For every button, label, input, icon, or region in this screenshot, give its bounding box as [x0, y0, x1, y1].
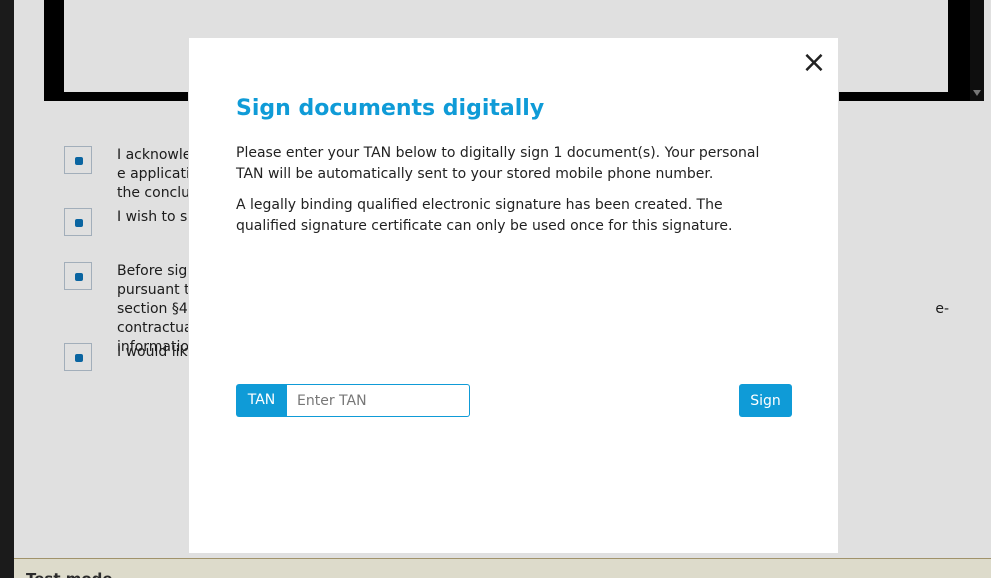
tan-label: TAN	[236, 384, 287, 417]
dialog-instructions: Please enter your TAN below to digitally…	[236, 145, 760, 182]
dialog-signature-note: A legally binding qualified electronic s…	[236, 197, 733, 234]
close-icon[interactable]: ×	[801, 48, 827, 78]
sign-button[interactable]: Sign	[739, 384, 792, 417]
dialog-title: Sign documents digitally	[236, 96, 545, 121]
tan-input[interactable]	[287, 384, 470, 417]
sign-dialog: × Sign documents digitally Please enter …	[189, 38, 838, 553]
